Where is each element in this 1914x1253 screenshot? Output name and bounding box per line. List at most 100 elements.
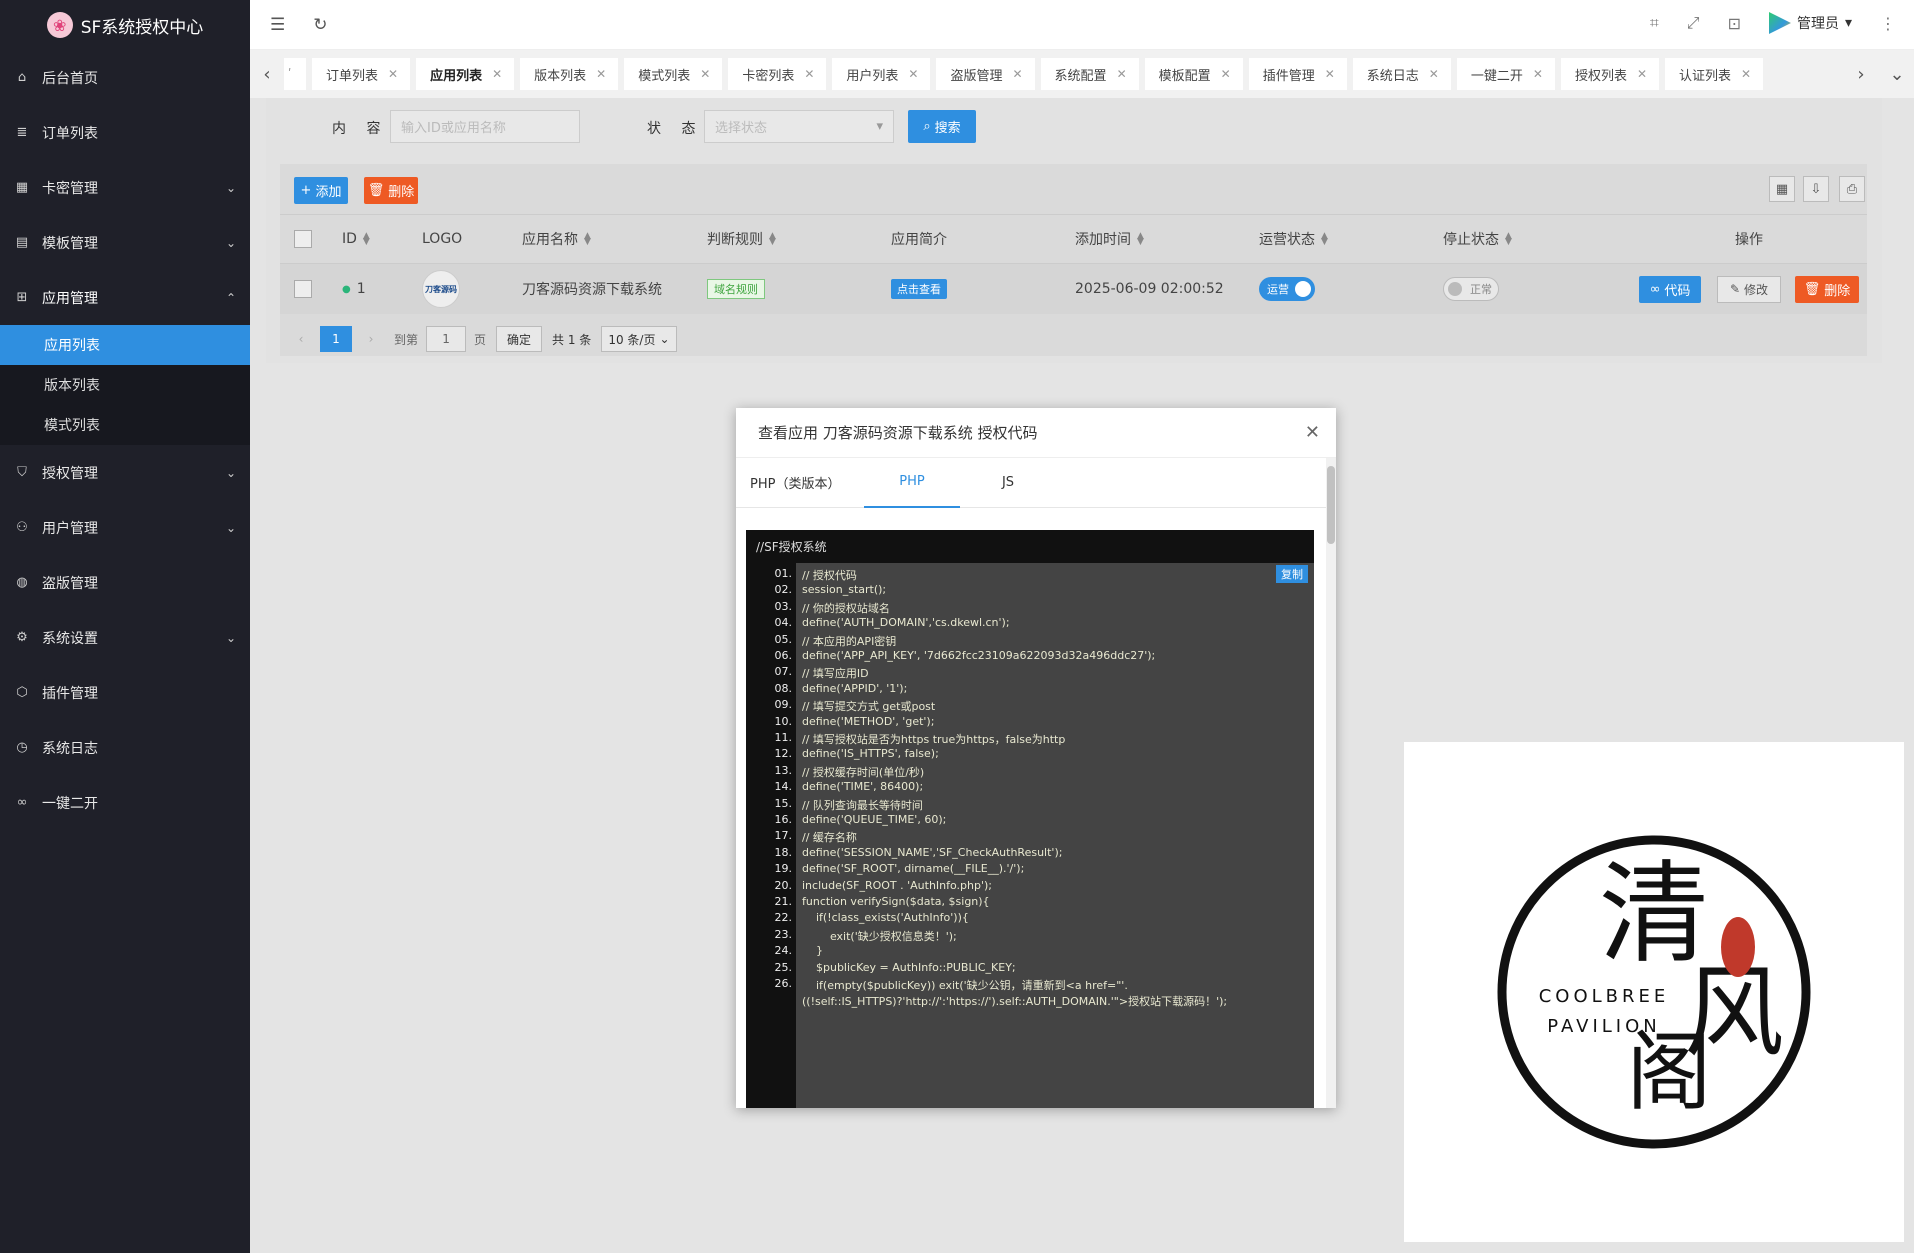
- sidebar-subitem-mode-list[interactable]: 模式列表: [0, 405, 250, 445]
- sort-icon[interactable]: ▲ ▼: [1321, 232, 1328, 247]
- edit-button[interactable]: ✎ 修改: [1717, 275, 1781, 303]
- modal-scrollbar[interactable]: [1326, 458, 1336, 1108]
- tab-app-list[interactable]: 应用列表 ✕: [416, 58, 515, 90]
- print-icon[interactable]: ⎙: [1839, 176, 1865, 202]
- tab-php[interactable]: PHP: [864, 458, 960, 508]
- close-icon[interactable]: ✕: [1429, 67, 1439, 81]
- tab-scroll-right-icon[interactable]: ›: [1844, 50, 1878, 98]
- sidebar-subitem-version-list[interactable]: 版本列表: [0, 365, 250, 405]
- tab-partial[interactable]: ʹ: [284, 58, 306, 90]
- lock-icon[interactable]: ⊡: [1728, 14, 1741, 33]
- tab-system-config[interactable]: 系统配置 ✕: [1040, 58, 1139, 90]
- sort-icon[interactable]: ▲ ▼: [769, 232, 776, 247]
- close-icon[interactable]: ✕: [1305, 422, 1320, 443]
- code-button[interactable]: ∞ 代码: [1639, 275, 1701, 303]
- row-delete-button[interactable]: 🗑 删除: [1795, 275, 1859, 303]
- refresh-icon[interactable]: ↻: [313, 15, 327, 35]
- header-stop-status[interactable]: 停止状态 ▲ ▼: [1443, 229, 1512, 249]
- close-icon[interactable]: ✕: [1221, 67, 1231, 81]
- tag-icon[interactable]: ⌗: [1650, 13, 1659, 33]
- columns-filter-icon[interactable]: ▦: [1769, 176, 1795, 202]
- tab-mode-list[interactable]: 模式列表 ✕: [624, 58, 723, 90]
- sidebar-item-home[interactable]: ⌂ 后台首页: [0, 50, 250, 105]
- sidebar-item-cards[interactable]: ▦ 卡密管理 ⌄: [0, 160, 250, 215]
- header-rule[interactable]: 判断规则 ▲ ▼: [707, 229, 776, 249]
- sidebar-item-settings[interactable]: ⚙ 系统设置 ⌄: [0, 610, 250, 665]
- content-search-input[interactable]: 输入ID或应用名称: [390, 110, 580, 143]
- close-icon[interactable]: ✕: [1533, 67, 1543, 81]
- status-select[interactable]: 选择状态 ▾: [704, 110, 894, 143]
- close-icon[interactable]: ✕: [1637, 67, 1647, 81]
- search-button[interactable]: ⌕ 搜索: [908, 110, 976, 143]
- header-label: 停止状态: [1443, 232, 1499, 248]
- run-status-toggle[interactable]: 运营: [1259, 277, 1315, 301]
- close-icon[interactable]: ✕: [1741, 67, 1751, 81]
- row-checkbox[interactable]: [294, 280, 312, 298]
- header-name[interactable]: 应用名称 ▲ ▼: [522, 229, 591, 249]
- sort-icon[interactable]: ▲ ▼: [363, 232, 370, 247]
- sidebar-item-logs[interactable]: ◷ 系统日志: [0, 720, 250, 775]
- tab-template-config[interactable]: 模板配置 ✕: [1144, 58, 1243, 90]
- add-button[interactable]: + 添加: [294, 177, 348, 204]
- copy-button[interactable]: 复制: [1276, 565, 1308, 583]
- close-icon[interactable]: ✕: [388, 67, 398, 81]
- sidebar-item-plugins[interactable]: ⬡ 插件管理: [0, 665, 250, 720]
- close-icon[interactable]: ✕: [700, 67, 710, 81]
- tab-menu-chevron-down-icon[interactable]: ⌄: [1880, 50, 1914, 98]
- close-icon[interactable]: ✕: [492, 67, 502, 81]
- tab-piracy[interactable]: 盗版管理 ✕: [936, 58, 1035, 90]
- export-icon[interactable]: ⇩: [1803, 176, 1829, 202]
- goto-page-input[interactable]: 1: [426, 326, 467, 352]
- tab-php-class[interactable]: PHP（类版本）: [736, 458, 864, 508]
- select-all-checkbox[interactable]: [294, 230, 312, 248]
- sidebar-item-orders[interactable]: ≣ 订单列表: [0, 105, 250, 160]
- sort-icon[interactable]: ▲ ▼: [584, 232, 591, 247]
- view-intro-button[interactable]: 点击查看: [891, 279, 947, 299]
- tab-auth-list[interactable]: 授权列表 ✕: [1560, 58, 1660, 90]
- brand[interactable]: ❀ SF系统授权中心: [0, 0, 250, 50]
- tab-card-list[interactable]: 卡密列表 ✕: [728, 58, 827, 90]
- menu-toggle-icon[interactable]: ☰: [270, 15, 285, 35]
- header-time[interactable]: 添加时间 ▲ ▼: [1075, 229, 1144, 249]
- page-size-select[interactable]: 10 条/页 ⌄: [601, 326, 677, 352]
- prev-page-icon[interactable]: ‹: [288, 332, 314, 346]
- sidebar-item-apps[interactable]: ⊞ 应用管理 ⌃: [0, 270, 250, 325]
- sidebar-item-auth[interactable]: ⛉ 授权管理 ⌄: [0, 445, 250, 500]
- user-menu[interactable]: 管理员 ▾: [1768, 12, 1852, 34]
- page-1-button[interactable]: 1: [320, 326, 352, 352]
- header-id[interactable]: ID ▲ ▼: [342, 231, 370, 247]
- tab-orders[interactable]: 订单列表 ✕: [312, 58, 411, 90]
- header-run-status[interactable]: 运营状态 ▲ ▼: [1259, 229, 1328, 249]
- sidebar-item-dev[interactable]: ∞ 一键二开: [0, 775, 250, 830]
- tab-dev[interactable]: 一键二开 ✕: [1456, 58, 1555, 90]
- close-icon[interactable]: ✕: [908, 67, 918, 81]
- goto-confirm-button[interactable]: 确定: [496, 326, 543, 352]
- content-label: 内 容: [332, 121, 389, 137]
- scrollbar-thumb[interactable]: [1327, 466, 1335, 544]
- sidebar-item-piracy[interactable]: ◍ 盗版管理: [0, 555, 250, 610]
- close-icon[interactable]: ✕: [596, 67, 606, 81]
- sidebar-item-templates[interactable]: ▤ 模板管理 ⌄: [0, 215, 250, 270]
- tab-user-list[interactable]: 用户列表 ✕: [832, 58, 931, 90]
- delete-button[interactable]: 🗑 删除: [364, 177, 418, 204]
- more-vertical-icon[interactable]: ⋮: [1880, 14, 1896, 33]
- tab-plugins[interactable]: 插件管理 ✕: [1248, 58, 1347, 90]
- close-icon[interactable]: ʹ: [288, 67, 291, 81]
- tab-js[interactable]: JS: [960, 458, 1056, 508]
- sidebar-item-users[interactable]: ⚇ 用户管理 ⌄: [0, 500, 250, 555]
- sort-icon[interactable]: ▲ ▼: [1137, 232, 1144, 247]
- next-page-icon[interactable]: ›: [358, 332, 384, 346]
- line-number: 18.: [774, 845, 793, 859]
- tab-version-list[interactable]: 版本列表 ✕: [520, 58, 619, 90]
- stop-status-toggle[interactable]: 正常: [1443, 277, 1499, 301]
- sidebar-subitem-app-list[interactable]: 应用列表: [0, 325, 250, 365]
- close-icon[interactable]: ✕: [1012, 67, 1022, 81]
- close-icon[interactable]: ✕: [1325, 67, 1335, 81]
- sort-icon[interactable]: ▲ ▼: [1505, 232, 1512, 247]
- tab-cert-list[interactable]: 认证列表 ✕: [1665, 58, 1764, 90]
- tab-scroll-left-icon[interactable]: ‹: [250, 50, 284, 98]
- fullscreen-icon[interactable]: ⤢: [1687, 13, 1700, 33]
- tab-system-log[interactable]: 系统日志 ✕: [1352, 58, 1451, 90]
- close-icon[interactable]: ✕: [1117, 67, 1127, 81]
- close-icon[interactable]: ✕: [804, 67, 814, 81]
